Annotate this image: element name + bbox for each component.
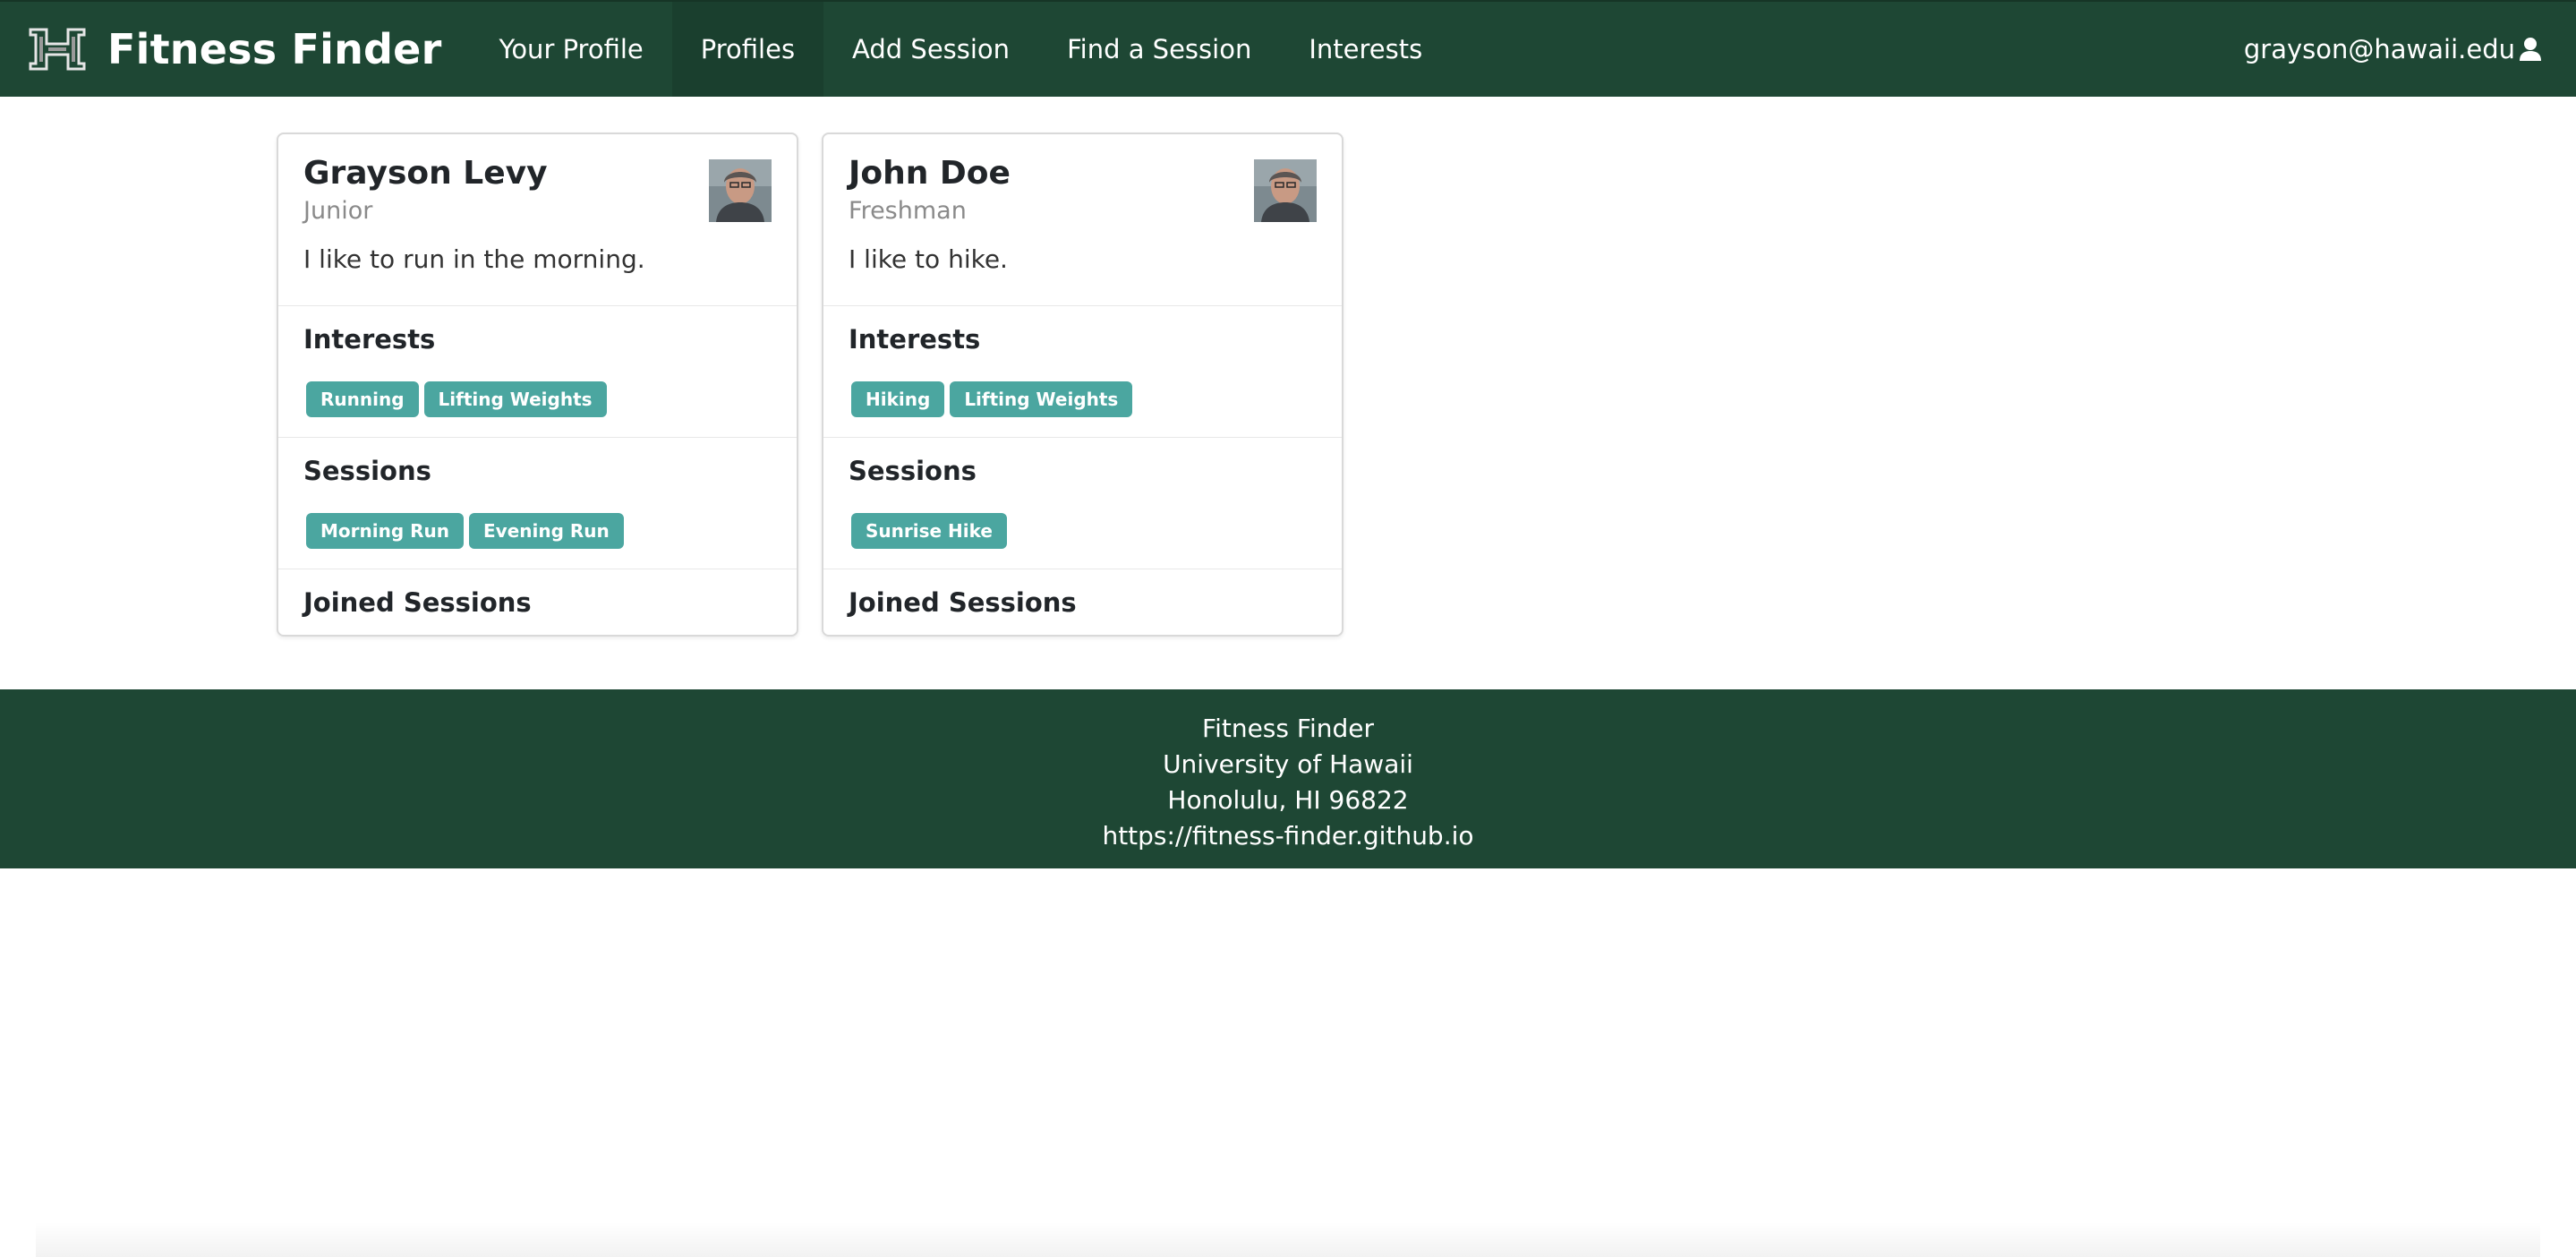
profile-card: John Doe Freshman I like to hike. Intere… xyxy=(822,133,1343,637)
card-header: Grayson Levy Junior I like to run in the… xyxy=(278,134,797,306)
user-menu[interactable]: grayson@hawaii.edu xyxy=(2244,2,2542,97)
nav-links: Your Profile Profiles Add Session Find a… xyxy=(470,2,1451,97)
profile-name: John Doe xyxy=(849,155,1011,192)
session-labels: Sunrise Hike xyxy=(849,513,1317,549)
interests-title: Interests xyxy=(849,324,981,355)
nav-add-session[interactable]: Add Session xyxy=(823,2,1038,97)
nav-profiles[interactable]: Profiles xyxy=(671,2,824,97)
sessions-section: Sessions Sunrise Hike xyxy=(823,438,1342,569)
profile-year: Junior xyxy=(303,196,373,225)
brand-name[interactable]: Fitness Finder xyxy=(107,25,441,73)
interest-label[interactable]: Running xyxy=(306,381,419,417)
profile-year: Freshman xyxy=(849,196,967,225)
profile-name: Grayson Levy xyxy=(303,155,548,192)
avatar xyxy=(709,159,772,222)
interests-section: Interests Running Lifting Weights xyxy=(278,306,797,438)
interest-label[interactable]: Lifting Weights xyxy=(423,381,607,417)
uh-logo-icon[interactable] xyxy=(27,24,88,74)
avatar xyxy=(1254,159,1317,222)
interest-label[interactable]: Hiking xyxy=(851,381,945,417)
interests-title: Interests xyxy=(303,324,436,355)
session-label[interactable]: Sunrise Hike xyxy=(851,513,1007,549)
footer: Fitness Finder University of Hawaii Hono… xyxy=(0,689,2576,868)
footer-url[interactable]: https://fitness-finder.github.io xyxy=(0,818,2576,854)
session-labels: Morning Run Evening Run xyxy=(303,513,772,549)
joined-sessions-title: Joined Sessions xyxy=(303,587,532,618)
sessions-title: Sessions xyxy=(303,456,431,486)
interest-labels: Running Lifting Weights xyxy=(303,381,772,417)
footer-app-name: Fitness Finder xyxy=(1202,714,1374,743)
sessions-title: Sessions xyxy=(849,456,977,486)
bottom-shadow xyxy=(36,1221,2540,1257)
footer-university: University of Hawaii xyxy=(1163,749,1413,779)
profile-cards: Grayson Levy Junior I like to run in the… xyxy=(277,133,1343,637)
nav-your-profile[interactable]: Your Profile xyxy=(470,2,671,97)
joined-sessions-section: Joined Sessions xyxy=(823,569,1342,635)
interest-labels: Hiking Lifting Weights xyxy=(849,381,1317,417)
user-email[interactable]: grayson@hawaii.edu xyxy=(2244,34,2515,64)
joined-sessions-section: Joined Sessions xyxy=(278,569,797,635)
profile-bio: I like to run in the morning. xyxy=(303,244,645,274)
interest-label[interactable]: Lifting Weights xyxy=(950,381,1133,417)
profile-card: Grayson Levy Junior I like to run in the… xyxy=(277,133,798,637)
interests-section: Interests Hiking Lifting Weights xyxy=(823,306,1342,438)
card-header: John Doe Freshman I like to hike. xyxy=(823,134,1342,306)
session-label[interactable]: Morning Run xyxy=(306,513,464,549)
brand[interactable]: Fitness Finder xyxy=(27,2,441,97)
footer-address: Honolulu, HI 96822 xyxy=(1167,785,1409,815)
nav-find-session[interactable]: Find a Session xyxy=(1038,2,1280,97)
nav-interests[interactable]: Interests xyxy=(1280,2,1451,97)
sessions-section: Sessions Morning Run Evening Run xyxy=(278,438,797,569)
profile-bio: I like to hike. xyxy=(849,244,1008,274)
navbar: Fitness Finder Your Profile Profiles Add… xyxy=(0,0,2576,97)
session-label[interactable]: Evening Run xyxy=(469,513,624,549)
joined-sessions-title: Joined Sessions xyxy=(849,587,1077,618)
user-icon xyxy=(2520,38,2541,61)
